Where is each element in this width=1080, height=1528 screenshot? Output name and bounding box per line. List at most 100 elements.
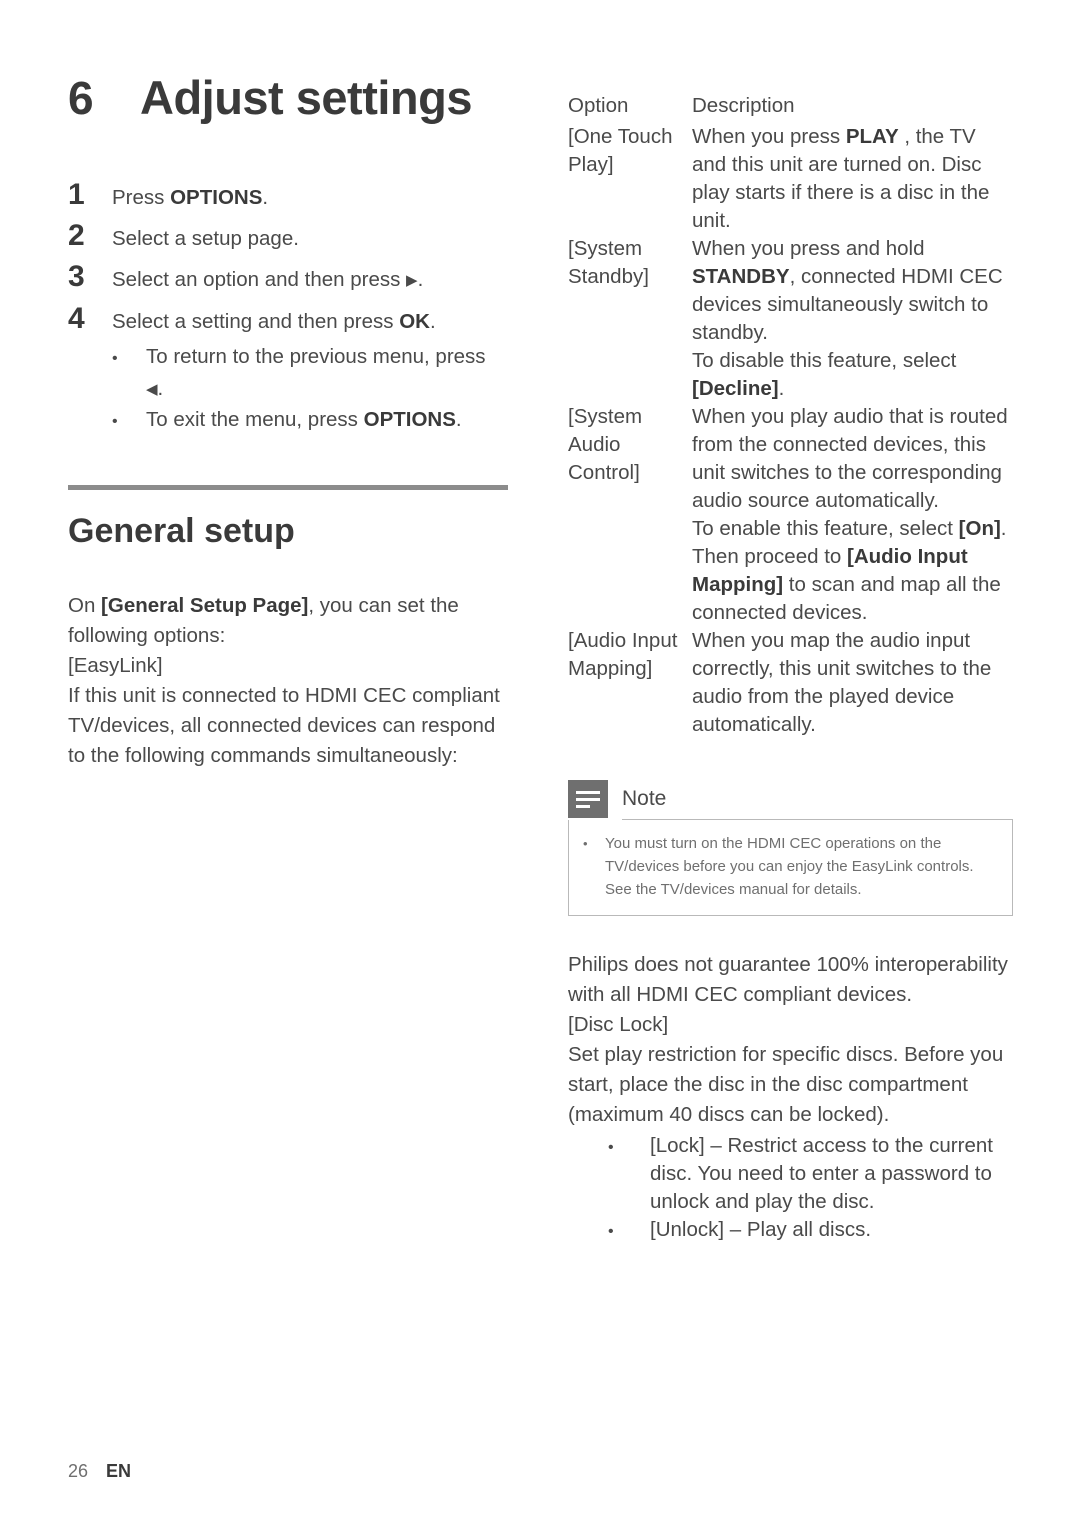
bullet-text: To exit the menu, press OPTIONS. — [146, 405, 508, 435]
step-number: 2 — [68, 219, 85, 252]
bullet-dot-icon: • — [608, 1139, 614, 1156]
bullet-dot-icon: • — [112, 413, 118, 430]
step-bullets: • To return to the previous menu, press … — [112, 342, 508, 437]
option-description: When you press PLAY , the TV and this un… — [692, 123, 1013, 235]
step-text: Select a setup page. — [112, 227, 299, 250]
note-item-text: You must turn on the HDMI CEC operations… — [605, 835, 974, 898]
section-divider — [68, 485, 508, 490]
bullet-text-term: [Lock] — [650, 1134, 705, 1157]
note-title: Note — [622, 787, 667, 810]
step-text-before: Select an option and then press — [112, 268, 407, 291]
step-text-after: . — [417, 268, 424, 291]
bullet-dot-icon: • — [608, 1223, 614, 1240]
bullet-text: [Unlock] – Play all discs. — [650, 1216, 1013, 1244]
after-note-content: Philips does not guarantee 100% interope… — [568, 950, 1013, 1246]
disc-lock-bullets: • [Lock] – Restrict access to the curren… — [608, 1132, 1013, 1246]
steps-list: 1 Press OPTIONS. 2 Select a setup page. … — [68, 177, 508, 437]
bullet-item: • To exit the menu, press OPTIONS. — [112, 405, 508, 437]
column-header-option: Option — [568, 94, 629, 117]
intro-bold: [General Setup Page] — [101, 594, 309, 617]
description-bold-term: STANDBY — [692, 265, 790, 288]
step-text-after: . — [429, 310, 436, 333]
step-1: 1 Press OPTIONS. — [68, 177, 508, 215]
step-number: 4 — [68, 302, 85, 335]
step-4: 4 Select a setting and then press OK. — [68, 301, 508, 339]
bullet-item: • To return to the previous menu, press — [112, 342, 508, 374]
section-title: General setup — [68, 512, 295, 550]
step-2: 2 Select a setup page. — [68, 218, 508, 256]
left-arrow-icon: ◀ — [146, 381, 158, 398]
description-bold-term: [On] — [958, 517, 1001, 540]
bullet-dot-icon: • — [112, 350, 118, 367]
chapter-number: 6 — [68, 72, 94, 124]
note-top-rule — [622, 819, 1013, 820]
page-number: 26 — [68, 1461, 89, 1481]
description-bold-term: PLAY — [845, 125, 899, 148]
bullet-text-bold: OPTIONS — [363, 408, 456, 431]
table-header-row: Option Description — [568, 92, 1013, 123]
note-body: • You must turn on the HDMI CEC operatio… — [568, 820, 1013, 916]
bullet-dot-icon: • — [583, 836, 588, 851]
bullet-text-rest: – Play all discs. — [724, 1218, 872, 1241]
description-bold-term: [Decline] — [692, 377, 779, 400]
disc-lock-label: [Disc Lock] — [568, 1013, 669, 1036]
chapter-title: Adjust settings — [140, 71, 472, 124]
option-description: When you map the audio input correctly, … — [692, 627, 1013, 739]
step-number: 1 — [68, 178, 85, 211]
bullet-text-second-line: ◀. — [146, 374, 508, 405]
step-text: Select a setting and then press OK. — [112, 305, 436, 339]
note-lines-icon — [568, 780, 608, 818]
step-text-bold: OK — [399, 310, 430, 333]
language-code: EN — [106, 1461, 132, 1481]
bullet-item: • [Lock] – Restrict access to the curren… — [608, 1132, 1013, 1216]
step-text-before: Press — [112, 186, 171, 209]
option-name: [Audio Input Mapping] — [568, 629, 678, 680]
options-table: Option Description [One Touch Play] When… — [568, 92, 1013, 739]
philips-disclaimer: Philips does not guarantee 100% interope… — [568, 953, 1008, 1006]
easylink-label: [EasyLink] — [68, 654, 163, 677]
easylink-body: If this unit is connected to HDMI CEC co… — [68, 684, 500, 767]
step-text: Select an option and then press ▶. — [112, 263, 423, 298]
bullet-text: [Lock] – Restrict access to the current … — [650, 1132, 1013, 1216]
step-number: 3 — [68, 260, 85, 293]
disc-lock-body: Set play restriction for specific discs.… — [568, 1043, 1004, 1126]
step-text-bold: OPTIONS — [170, 186, 263, 209]
table-row: [System Audio Control] When you play aud… — [568, 403, 1013, 627]
chapter-heading: 6 Adjust settings — [68, 70, 508, 125]
bullet-item-continuation: ◀. — [112, 374, 508, 405]
manual-page: 6 Adjust settings 1 Press OPTIONS. 2 Sel… — [0, 0, 1080, 1528]
description-text: . — [778, 377, 785, 400]
step-text: Press OPTIONS. — [112, 181, 268, 215]
step-3: 3 Select an option and then press ▶. — [68, 259, 508, 298]
page-footer: 26 EN — [68, 1461, 131, 1482]
column-header-description: Description — [692, 94, 795, 117]
bullet-text-period: . — [157, 377, 164, 400]
option-name: [System Audio Control] — [568, 405, 643, 484]
left-column: 6 Adjust settings 1 Press OPTIONS. 2 Sel… — [68, 70, 508, 771]
note-callout: Note • You must turn on the HDMI CEC ope… — [568, 779, 1013, 916]
table-row: [System Standby] When you press and hold… — [568, 235, 1013, 403]
note-item: • You must turn on the HDMI CEC operatio… — [583, 832, 998, 901]
description-text: To enable this feature, select — [692, 517, 959, 540]
option-name: [One Touch Play] — [568, 125, 673, 176]
step-text-before: Select a setting and then press — [112, 310, 400, 333]
intro-before: On — [68, 594, 102, 617]
general-setup-intro: On [General Setup Page], you can set the… — [68, 591, 508, 651]
description-text: When you play audio that is routed from … — [692, 405, 1008, 512]
description-text: When you press — [692, 125, 846, 148]
bullet-text-term: [Unlock] — [650, 1218, 725, 1241]
table-row: [Audio Input Mapping] When you map the a… — [568, 627, 1013, 739]
bullet-item: • [Unlock] – Play all discs. — [608, 1216, 1013, 1246]
right-column: Option Description [One Touch Play] When… — [568, 92, 1013, 1246]
option-name: [System Standby] — [568, 237, 649, 288]
bullet-text: To return to the previous menu, press — [146, 345, 486, 368]
bullet-text-before: To exit the menu, press — [146, 408, 364, 431]
right-arrow-icon: ▶ — [406, 272, 418, 289]
step-text-after: . — [262, 186, 269, 209]
option-description: When you press and hold STANDBY, connect… — [692, 235, 1013, 403]
description-text: When you map the audio input correctly, … — [692, 629, 992, 736]
bullet-text-after: . — [455, 408, 462, 431]
option-description: When you play audio that is routed from … — [692, 403, 1013, 627]
description-text: When you press and hold — [692, 237, 925, 260]
description-text: To disable this feature, select — [692, 349, 957, 372]
